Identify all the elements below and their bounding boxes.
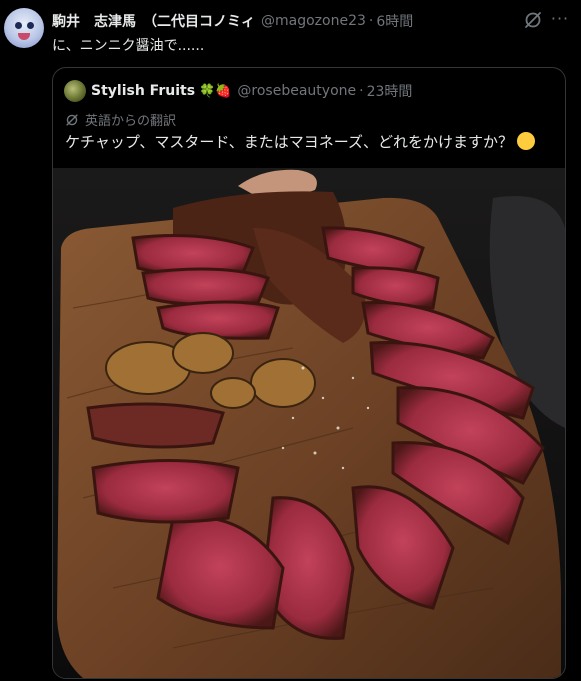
avatar-mouth	[18, 33, 30, 40]
separator-dot: ·	[368, 13, 374, 29]
quoted-post[interactable]: Stylish Fruits 🍀🍓 @rosebeautyone · 23時間 …	[52, 67, 566, 679]
translation-text: 英語からの翻訳	[85, 114, 177, 129]
name-emojis: 🍀🍓	[199, 83, 232, 99]
post-timestamp[interactable]: 6時間	[376, 11, 413, 31]
quoted-user-handle[interactable]: @rosebeautyone	[237, 83, 356, 99]
grok-icon[interactable]	[523, 10, 543, 30]
avatar-eye	[15, 22, 22, 29]
translation-label[interactable]: 英語からの翻訳	[65, 110, 176, 129]
display-name[interactable]: 駒井 志津馬 （二代目コノミィ	[52, 11, 255, 31]
quoted-timestamp[interactable]: 23時間	[367, 81, 413, 101]
user-handle[interactable]: @magozone23	[261, 13, 366, 29]
quoted-avatar[interactable]	[64, 80, 86, 102]
quoted-text-body: ケチャップ、マスタード、またはマヨネーズ、どれをかけますか？	[65, 133, 514, 151]
quoted-post-header: Stylish Fruits 🍀🍓 @rosebeautyone · 23時間	[91, 81, 412, 101]
thinking-face-emoji-icon	[517, 132, 536, 150]
grok-icon	[66, 113, 78, 126]
avatar[interactable]	[4, 8, 44, 48]
quoted-post-text: ケチャップ、マスタード、またはマヨネーズ、どれをかけますか？	[65, 131, 536, 152]
post-photo[interactable]	[53, 168, 565, 678]
avatar-eye	[27, 22, 34, 29]
post-header: 駒井 志津馬 （二代目コノミィ @magozone23 · 6時間	[52, 11, 413, 31]
quoted-display-name[interactable]: Stylish Fruits	[91, 83, 195, 99]
post-text: に、ニンニク醤油で......	[52, 38, 205, 54]
separator-dot: ·	[359, 83, 364, 99]
more-options-button[interactable]: ···	[549, 9, 571, 29]
